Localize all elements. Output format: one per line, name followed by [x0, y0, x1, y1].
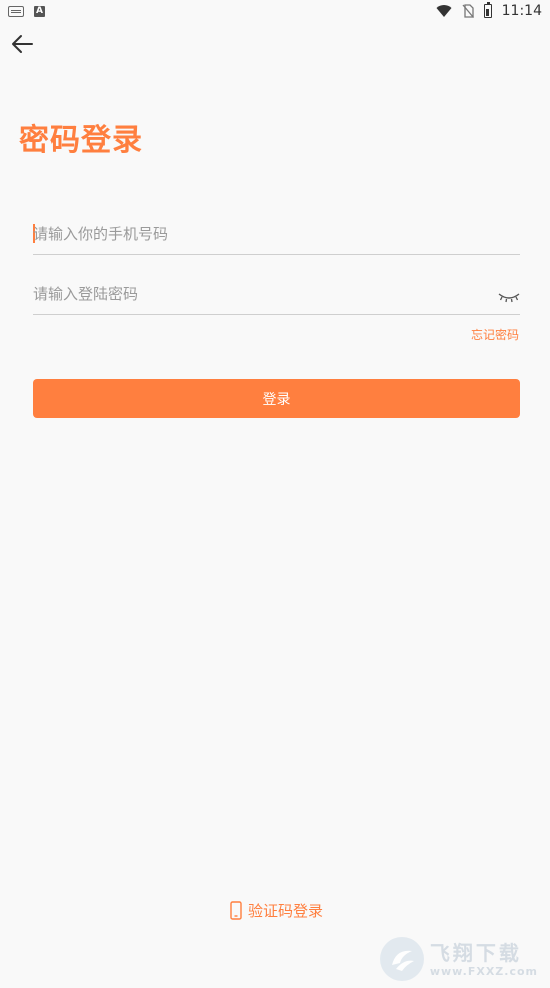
- eye-closed-icon[interactable]: [498, 289, 520, 303]
- back-button[interactable]: [6, 30, 38, 58]
- password-field: [33, 274, 520, 315]
- forgot-password-link[interactable]: 忘记密码: [471, 326, 519, 343]
- status-bar: A 11:14: [0, 0, 550, 22]
- wifi-icon: [436, 5, 452, 17]
- watermark: 飞翔下载 www.FXXZ.com: [380, 934, 538, 984]
- phone-field: [33, 214, 520, 255]
- password-input[interactable]: [33, 274, 520, 314]
- login-button[interactable]: 登录: [33, 379, 520, 418]
- battery-icon: [483, 2, 492, 18]
- phone-input[interactable]: [33, 214, 520, 254]
- code-login-link[interactable]: 验证码登录: [230, 900, 323, 921]
- no-sim-icon: [462, 4, 474, 18]
- arrow-left-icon: [12, 35, 33, 53]
- status-time: 11:14: [501, 3, 542, 19]
- phone-icon: [230, 901, 242, 920]
- watermark-url: www.FXXZ.com: [429, 964, 538, 978]
- watermark-title: 飞翔下载: [429, 940, 522, 965]
- code-login-label: 验证码登录: [248, 902, 324, 920]
- page-title: 密码登录: [19, 123, 143, 158]
- watermark-logo-icon: [380, 937, 424, 981]
- keyboard-icon: [8, 5, 24, 17]
- app-notification-icon: A: [34, 5, 45, 17]
